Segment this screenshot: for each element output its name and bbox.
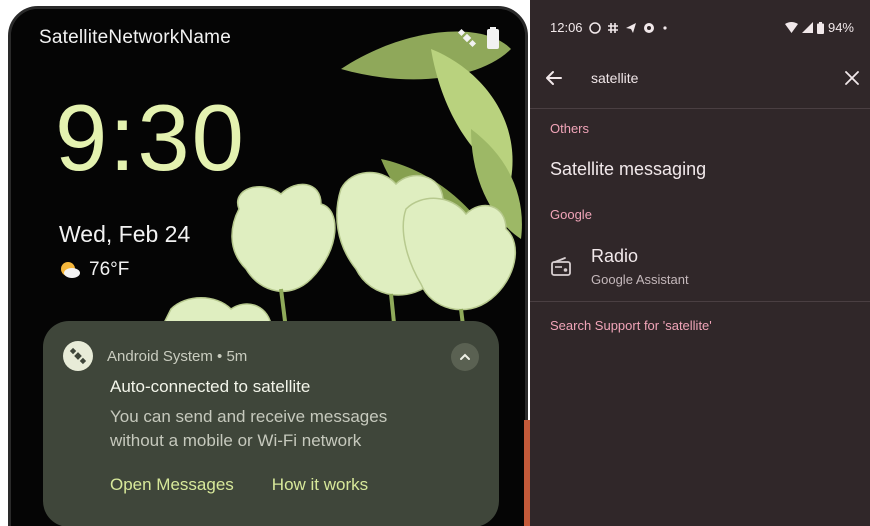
how-it-works-button[interactable]: How it works bbox=[272, 475, 368, 495]
status-bar: 12:06 94% bbox=[530, 0, 870, 54]
battery-icon bbox=[816, 21, 824, 34]
satellite-icon bbox=[457, 28, 477, 48]
notification-header: Android System • 5m bbox=[63, 341, 479, 371]
clear-search-button[interactable] bbox=[840, 66, 864, 90]
result-satellite-messaging[interactable]: Satellite messaging bbox=[550, 159, 706, 180]
satellite-app-icon bbox=[63, 341, 93, 371]
collapse-button[interactable] bbox=[451, 343, 479, 371]
notification-actions: Open Messages How it works bbox=[110, 475, 368, 495]
battery-icon bbox=[487, 27, 499, 49]
phone-frame: SatelliteNetworkName 9:30 Wed, Feb 24 76… bbox=[8, 6, 528, 526]
open-messages-button[interactable]: Open Messages bbox=[110, 475, 234, 495]
section-header-others: Others bbox=[550, 121, 590, 136]
weather-widget[interactable]: 76°F bbox=[59, 259, 129, 281]
lockscreen-phone: SatelliteNetworkName 9:30 Wed, Feb 24 76… bbox=[0, 0, 528, 526]
partly-cloudy-icon bbox=[61, 262, 80, 278]
more-notifications-dot-icon bbox=[662, 25, 667, 30]
result-radio-subtitle: Google Assistant bbox=[591, 272, 689, 287]
close-icon bbox=[845, 71, 859, 85]
notification-title: Auto-connected to satellite bbox=[110, 377, 311, 396]
results-divider bbox=[530, 301, 870, 302]
notification-app-label: Android System • 5m bbox=[107, 347, 248, 365]
temperature: 76°F bbox=[89, 259, 130, 280]
lockscreen-date: Wed, Feb 24 bbox=[59, 221, 191, 247]
chevron-up-icon bbox=[460, 353, 470, 360]
status-left: 12:06 bbox=[550, 20, 669, 35]
whatsapp-icon bbox=[588, 21, 601, 34]
notification-body: You can send and receive messages withou… bbox=[110, 407, 388, 450]
signal-icon bbox=[801, 22, 813, 33]
radio-icon bbox=[551, 257, 571, 276]
wifi-icon bbox=[784, 22, 798, 33]
battery-percent: 94% bbox=[827, 20, 854, 35]
satellite-notification[interactable]: Android System • 5m Auto-connected to sa… bbox=[43, 321, 499, 526]
status-time: 12:06 bbox=[550, 20, 583, 35]
arrow-left-icon bbox=[546, 71, 562, 85]
search-support-link[interactable]: Search Support for 'satellite' bbox=[550, 318, 712, 333]
section-header-google: Google bbox=[550, 207, 592, 222]
lockscreen-status-icons bbox=[457, 27, 499, 49]
search-divider bbox=[530, 108, 870, 109]
slack-icon bbox=[607, 22, 618, 33]
chrome-icon bbox=[643, 22, 654, 33]
status-right: 94% bbox=[784, 20, 854, 35]
search-bar: satellite bbox=[530, 56, 870, 102]
telegram-icon bbox=[625, 22, 636, 33]
result-radio[interactable]: Radio bbox=[591, 246, 638, 267]
lockscreen-clock: 9:30 bbox=[55, 85, 246, 190]
carrier-name: SatelliteNetworkName bbox=[39, 27, 231, 48]
search-input[interactable]: satellite bbox=[591, 70, 638, 86]
back-button[interactable] bbox=[542, 66, 566, 90]
settings-search-screen: 12:06 94% satellite Others Satellite mes… bbox=[530, 0, 870, 526]
